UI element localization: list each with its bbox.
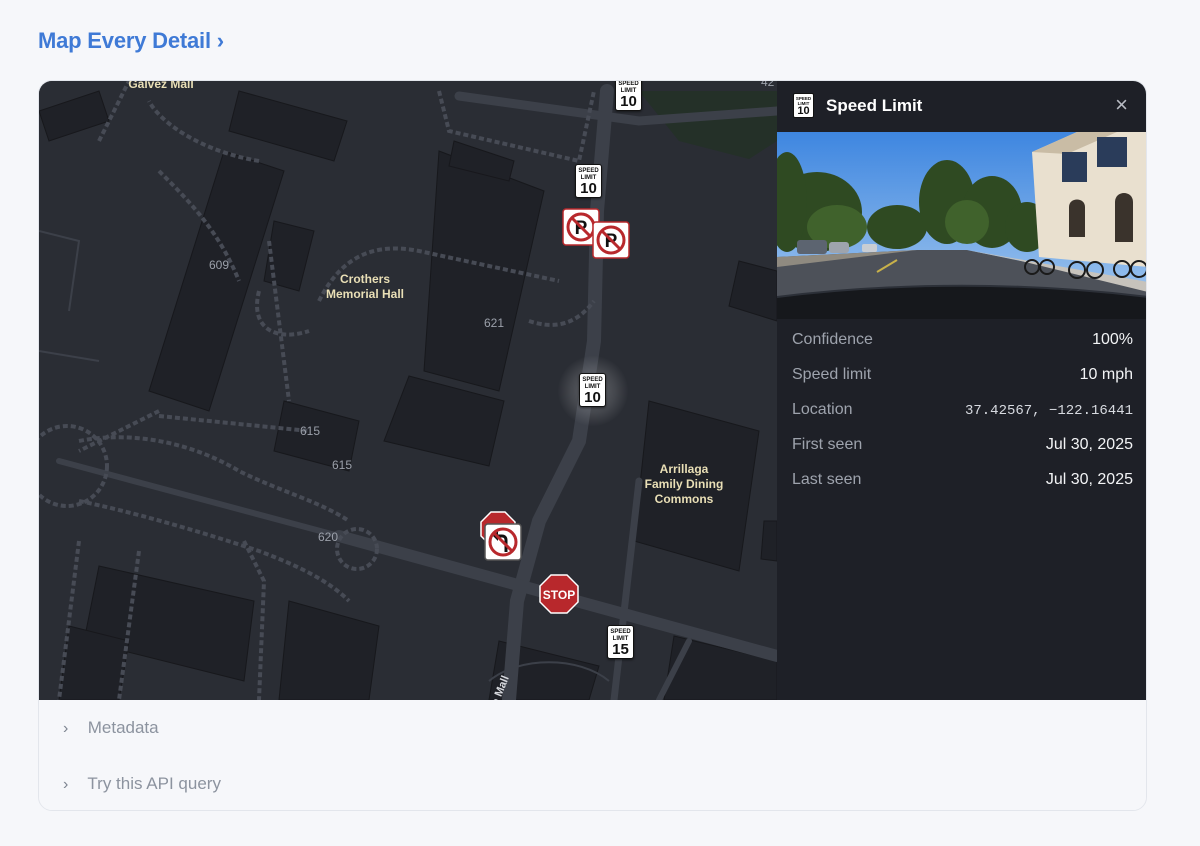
- detail-value: 100%: [1092, 331, 1133, 348]
- panel-header: SPEED LIMIT 10 Speed Limit ×: [777, 81, 1146, 132]
- detail-value: Jul 30, 2025: [1045, 471, 1133, 488]
- building-number: 621: [484, 316, 505, 330]
- stop-sign-icon[interactable]: STOP: [539, 574, 579, 614]
- detail-label: First seen: [792, 436, 863, 453]
- detail-value[interactable]: 37.42567, −122.16441: [965, 403, 1133, 419]
- sign-text: SPEED LIMIT: [582, 377, 603, 390]
- detail-row-speed-limit: Speed limit 10 mph: [777, 366, 1146, 401]
- building-number: 615: [332, 458, 353, 472]
- no-parking-sign-icon[interactable]: P: [592, 221, 630, 259]
- stop-sign-text: STOP: [543, 588, 575, 602]
- detail-attributes: Confidence 100% Speed limit 10 mph Locat…: [777, 331, 1146, 506]
- metadata-accordion[interactable]: › Metadata: [63, 718, 159, 742]
- icon-value: 10: [797, 105, 810, 117]
- map-demo-card: Galvez Mall Crothers Memorial Hall Arril…: [38, 80, 1147, 811]
- selected-speed-limit-sign-icon[interactable]: SPEED LIMIT 10: [579, 373, 606, 407]
- map-base-layer: [39, 81, 777, 700]
- speed-limit-sign-icon[interactable]: SPEED LIMIT 15: [607, 625, 634, 659]
- building-number: 615: [300, 424, 321, 438]
- speed-limit-sign-icon: SPEED LIMIT 10: [793, 93, 814, 118]
- detail-row-last-seen: Last seen Jul 30, 2025: [777, 471, 1146, 506]
- detail-label: Location: [792, 401, 853, 418]
- close-icon[interactable]: ×: [1115, 93, 1128, 117]
- detail-value: 10 mph: [1079, 366, 1133, 383]
- accordion-label: Metadata: [87, 718, 159, 737]
- detail-label: Confidence: [792, 331, 873, 348]
- sign-text: SPEED LIMIT: [578, 168, 599, 181]
- building-number: 42: [761, 81, 775, 89]
- speed-limit-sign-icon[interactable]: SPEED LIMIT 10: [575, 164, 602, 198]
- api-query-accordion[interactable]: › Try this API query: [63, 774, 221, 798]
- sign-value: 10: [584, 389, 601, 406]
- speed-limit-sign-icon[interactable]: SPEED LIMIT 10: [615, 81, 642, 111]
- photo-image: [777, 132, 1146, 319]
- chevron-right-icon: ›: [63, 776, 69, 793]
- building-label: Crothers Memorial Hall: [325, 272, 405, 301]
- section-title-link[interactable]: Map Every Detail ›: [38, 28, 224, 54]
- street-level-photo[interactable]: [777, 132, 1146, 319]
- sign-value: 10: [580, 180, 597, 197]
- detail-label: Last seen: [792, 471, 862, 488]
- accordion-label: Try this API query: [87, 774, 221, 793]
- card-footer: › Metadata › Try this API query: [39, 700, 1146, 810]
- map-view[interactable]: Galvez Mall Crothers Memorial Hall Arril…: [39, 81, 777, 700]
- panel-title: Speed Limit: [826, 96, 923, 115]
- building-label: Arrillaga Family Dining Commons: [644, 462, 724, 506]
- sign-text: SPEED LIMIT: [610, 629, 631, 642]
- detail-panel: SPEED LIMIT 10 Speed Limit × Confidence …: [777, 81, 1146, 700]
- no-left-turn-sign-icon[interactable]: [484, 523, 522, 561]
- detail-label: Speed limit: [792, 366, 872, 383]
- detail-row-confidence: Confidence 100%: [777, 331, 1146, 366]
- sign-value: 10: [620, 93, 637, 110]
- detail-row-first-seen: First seen Jul 30, 2025: [777, 436, 1146, 471]
- building-label: Galvez Mall: [128, 81, 194, 91]
- chevron-right-icon: ›: [63, 720, 69, 737]
- detail-value: Jul 30, 2025: [1045, 436, 1133, 453]
- sign-value: 15: [612, 641, 629, 658]
- detail-row-location: Location 37.42567, −122.16441: [777, 401, 1146, 436]
- building-number: 609: [209, 258, 230, 272]
- building-number: 620: [318, 530, 339, 544]
